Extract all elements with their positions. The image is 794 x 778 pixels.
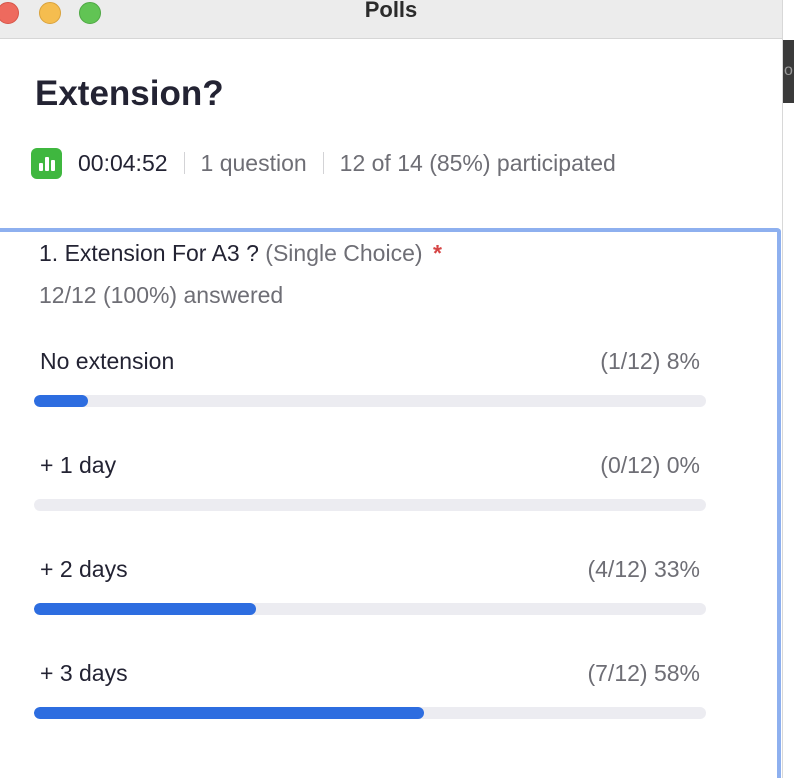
bar-chart-icon xyxy=(31,147,62,179)
result-bar-track xyxy=(34,603,706,615)
result-bar-fill xyxy=(34,603,256,615)
answered-summary: 12/12 (100%) answered xyxy=(39,282,284,308)
screen: o Polls Extension? 00:04:52 1 question 1… xyxy=(0,0,794,778)
option-label: + 2 days xyxy=(40,556,128,582)
option-label: No extension xyxy=(40,348,175,374)
meta-divider xyxy=(183,152,185,174)
poll-meta: 00:04:52 1 question 12 of 14 (85%) parti… xyxy=(31,147,616,179)
option-result: (7/12) 58% xyxy=(587,660,700,686)
window-title: Polls xyxy=(364,0,418,22)
result-bar-fill xyxy=(34,707,424,719)
option-result: (1/12) 8% xyxy=(600,348,700,374)
meta-divider xyxy=(322,152,324,174)
question-title: 1. Extension For A3 ? xyxy=(39,240,259,266)
result-bar-track xyxy=(34,707,706,719)
poll-option: + 2 days (4/12) 33% xyxy=(34,556,706,626)
option-result: (0/12) 0% xyxy=(600,452,700,478)
background-app-glyph: o xyxy=(784,62,793,79)
option-result: (4/12) 33% xyxy=(587,556,700,582)
result-bar-track xyxy=(34,395,706,407)
poll-title: Extension? xyxy=(35,74,224,113)
required-marker: * xyxy=(432,240,442,266)
result-bar-fill xyxy=(34,395,88,407)
question-count: 1 question xyxy=(200,149,307,176)
poll-option: + 3 days (7/12) 58% xyxy=(34,660,706,730)
question-title-line: 1. Extension For A3 ? (Single Choice) * xyxy=(39,240,442,267)
background-app-edge: o xyxy=(783,0,794,778)
poll-option: No extension (1/12) 8% xyxy=(34,348,706,418)
question-type: (Single Choice) xyxy=(265,240,423,266)
participation-summary: 12 of 14 (85%) participated xyxy=(339,149,616,176)
option-label: + 3 days xyxy=(40,660,128,686)
title-bar[interactable]: Polls xyxy=(0,0,782,39)
poll-timer: 00:04:52 xyxy=(78,149,168,176)
option-label: + 1 day xyxy=(40,452,117,478)
polls-window: Polls Extension? 00:04:52 1 question 12 … xyxy=(0,0,783,778)
result-bar-track xyxy=(34,499,706,511)
poll-option: + 1 day (0/12) 0% xyxy=(34,452,706,522)
